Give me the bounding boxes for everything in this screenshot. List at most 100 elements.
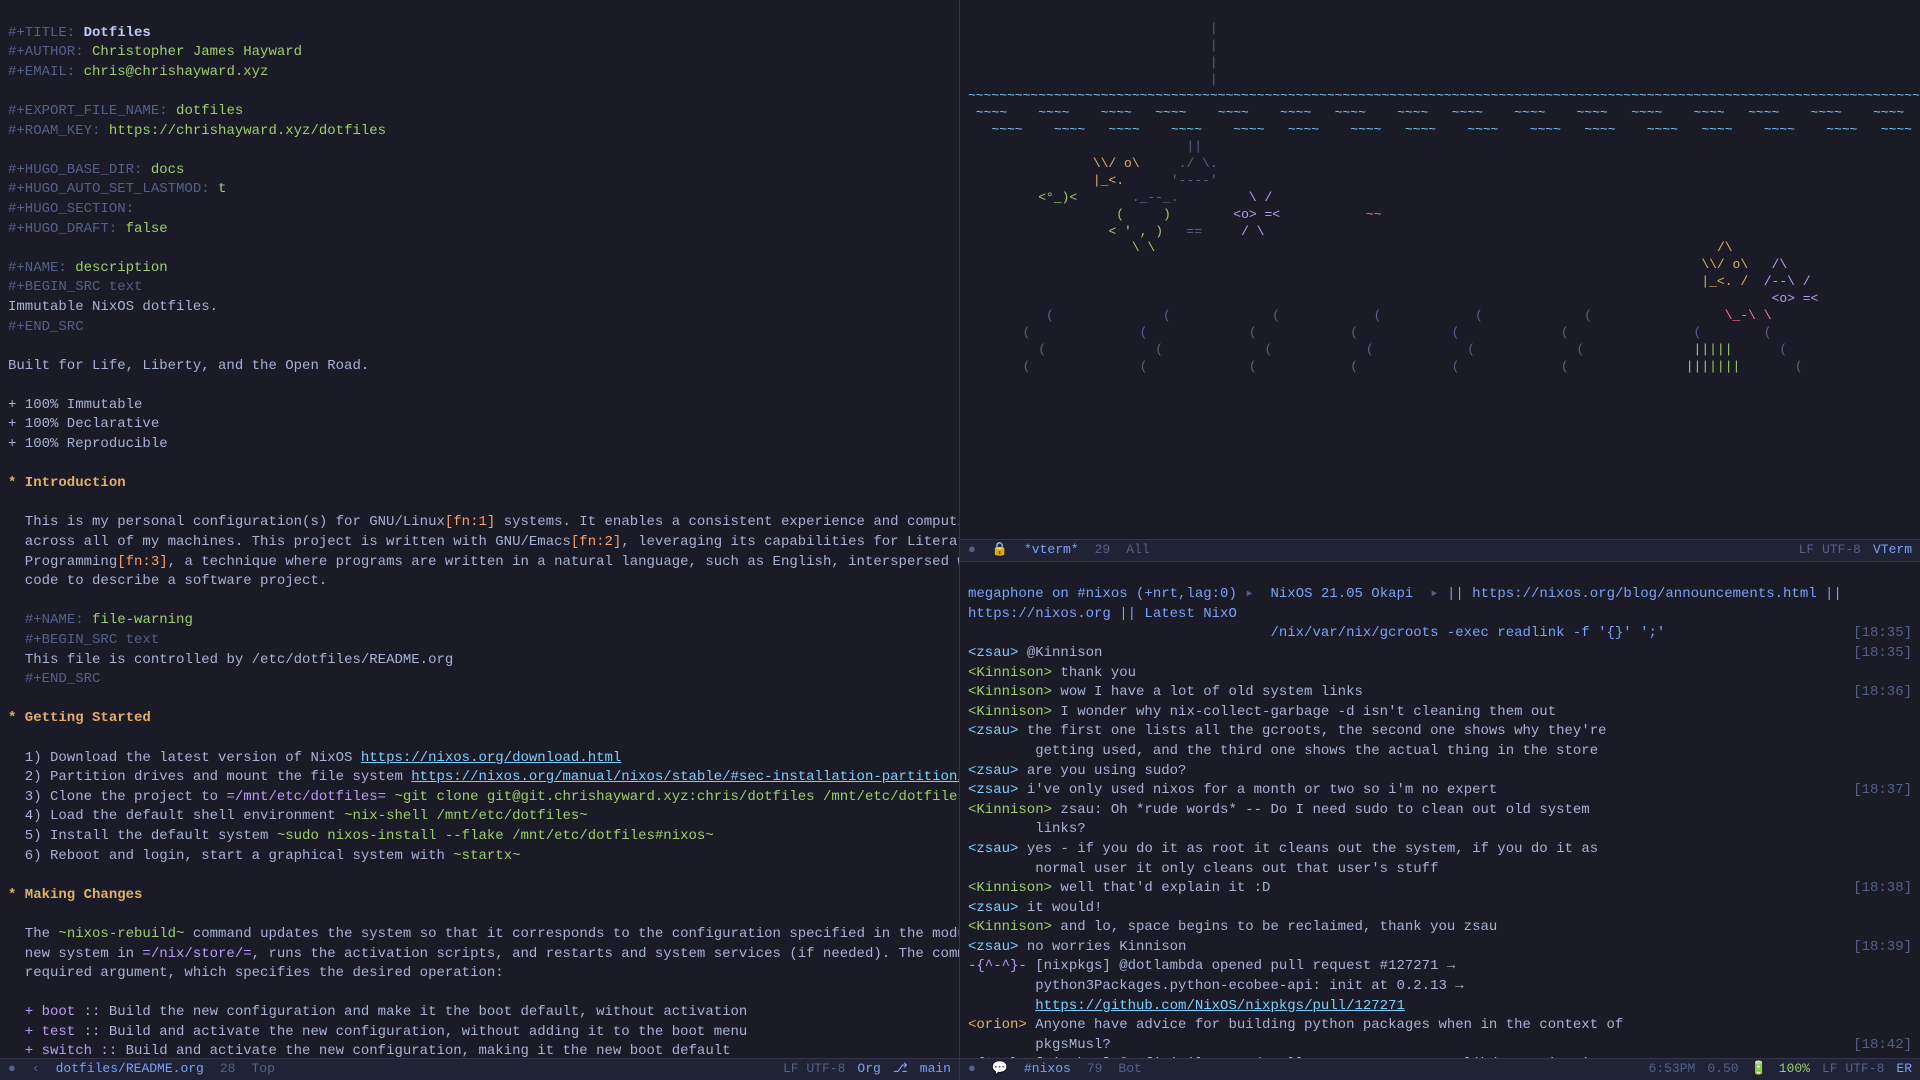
intro-l2b: , leveraging its capabilities for Litera…: [621, 534, 959, 550]
modified-icon: ●: [8, 1060, 16, 1078]
prop-title-val: Dotfiles: [84, 25, 151, 41]
msg-text: no worries Kinnison: [1018, 939, 1186, 955]
ml-batt: 100%: [1779, 1060, 1810, 1078]
prop-author-val: Christopher James Hayward: [92, 44, 302, 60]
nick: <Kinnison>: [968, 919, 1052, 935]
prop-hugo-lastmod-key: #+HUGO_AUTO_SET_LASTMOD:: [8, 181, 210, 197]
heading-making-changes[interactable]: * Making Changes: [8, 887, 142, 903]
ml-load: 0.50: [1707, 1060, 1738, 1078]
gs-4-cmd: ~nix-shell /mnt/etc/dotfiles~: [344, 808, 588, 824]
erc-buffer[interactable]: megaphone on #nixos (+nrt,lag:0) ▸ NixOS…: [960, 562, 1920, 1058]
vterm-buffer[interactable]: | | | | ~~~~~~~~~~~~~~~~~~~~~~~~~~~~~~~~…: [960, 0, 1920, 539]
mc-li-2-v: Build and activate the new configuration…: [117, 1043, 730, 1058]
erc-message: [18:35]<zsau> @Kinnison: [968, 644, 1912, 664]
nick: <Kinnison>: [968, 802, 1052, 818]
msg-url[interactable]: https://github.com/NixOS/nixpkgs/pull/12…: [1035, 998, 1405, 1014]
intro-l4: code to describe a software project.: [8, 573, 327, 589]
footnote-2[interactable]: [fn:2]: [571, 534, 621, 550]
gs-4: 4) Load the default shell environment: [8, 808, 344, 824]
timestamp: [18:36]: [1853, 683, 1912, 703]
erc-message: <Kinnison> and lo, space begins to be re…: [968, 918, 1912, 938]
erc-message: [18:37]<zsau> i've only used nixos for a…: [968, 781, 1912, 801]
msg-text: wow I have a lot of old system links: [1052, 684, 1363, 700]
gs-1: 1) Download the latest version of NixOS: [8, 750, 361, 766]
modeline-left[interactable]: ● ‹ dotfiles/README.org 28 Top LF UTF-8 …: [0, 1058, 959, 1080]
msg-text: the first one lists all the gcroots, the…: [1018, 723, 1606, 739]
nick: <Kinnison>: [968, 684, 1052, 700]
mc-l1b: command updates the system so that it co…: [184, 926, 959, 942]
prop-export-key: #+EXPORT_FILE_NAME:: [8, 103, 168, 119]
footnote-3[interactable]: [fn:3]: [117, 554, 167, 570]
msg-text: Anyone have advice for building python p…: [1027, 1017, 1624, 1033]
footnote-1[interactable]: [fn:1]: [445, 514, 495, 530]
mc-li-1-v: Build and activate the new configuration…: [100, 1024, 747, 1040]
ml-loc-erc: Bot: [1118, 1060, 1141, 1078]
mc-l1a: The: [8, 926, 58, 942]
state-icon-erc: ●: [968, 1060, 976, 1078]
intro-l1b: systems. It enables a consistent experie…: [495, 514, 959, 530]
prop-email-val: chris@chrishayward.xyz: [84, 64, 269, 80]
right-column: | | | | ~~~~~~~~~~~~~~~~~~~~~~~~~~~~~~~~…: [960, 0, 1920, 1080]
ml-pos: 28: [220, 1060, 236, 1078]
intro-l3b: , a technique where programs are written…: [168, 554, 959, 570]
ml-enc: LF UTF-8: [783, 1060, 845, 1078]
mc-l2a: new system in: [8, 946, 142, 962]
ml-loc: Top: [251, 1060, 274, 1078]
nick: <Kinnison>: [968, 880, 1052, 896]
modeline-vterm[interactable]: ● 🔒 *vterm* 29 All LF UTF-8 VTerm: [960, 539, 1920, 561]
gs-6-cmd: ~startx~: [453, 848, 520, 864]
timestamp: [18:37]: [1853, 781, 1912, 801]
gs-2-url[interactable]: https://nixos.org/manual/nixos/stable/#s…: [411, 769, 959, 785]
msg-text: pkgsMusl?: [968, 1037, 1111, 1053]
gs-5: 5) Install the default system: [8, 828, 277, 844]
ml-pos-erc: 79: [1087, 1060, 1103, 1078]
msg-text: [nixpkgs] @dotlambda opened pull request…: [1027, 958, 1455, 974]
nick: <orion>: [968, 1017, 1027, 1033]
gs-3-path: =/mnt/etc/dotfiles=: [226, 789, 386, 805]
org-buffer[interactable]: #+TITLE: Dotfiles #+AUTHOR: Christopher …: [0, 0, 959, 1058]
heading-getting-started[interactable]: * Getting Started: [8, 710, 151, 726]
timestamp: [18:35]: [1853, 644, 1912, 664]
msg-text: [968, 998, 1035, 1014]
prop-hugo-lastmod-val: t: [218, 181, 226, 197]
heading-introduction[interactable]: * Introduction: [8, 475, 126, 491]
erc-message: <zsau> the first one lists all the gcroo…: [968, 722, 1912, 742]
time-1835: [18:35]: [1853, 624, 1912, 644]
right-top-window-vterm[interactable]: | | | | ~~~~~~~~~~~~~~~~~~~~~~~~~~~~~~~~…: [960, 0, 1920, 562]
ml-buffer-erc: #nixos: [1024, 1060, 1071, 1078]
intro-l3a: Programming: [8, 554, 117, 570]
prop-export-val: dotfiles: [176, 103, 243, 119]
erc-message: [18:36] <Kinnison> wow I have a lot of ol…: [968, 683, 1912, 703]
state-icon: ●: [968, 541, 976, 559]
erc-message: [18:38]<Kinnison> well that'd explain it…: [968, 879, 1912, 899]
msg-text: links?: [968, 821, 1086, 837]
gs-1-url[interactable]: https://nixos.org/download.html: [361, 750, 621, 766]
nick: <zsau>: [968, 782, 1018, 798]
ml-major: Org: [857, 1060, 880, 1078]
ml-pos-vterm: 29: [1095, 541, 1111, 559]
prop-hugo-base-key: #+HUGO_BASE_DIR:: [8, 162, 142, 178]
timestamp: [18:38]: [1853, 879, 1912, 899]
ml-file: dotfiles/README.org: [56, 1060, 204, 1078]
name-desc-key: #+NAME:: [8, 260, 67, 276]
erc-message: <Kinnison> I wonder why nix-collect-garb…: [968, 703, 1912, 723]
right-bottom-window-erc[interactable]: megaphone on #nixos (+nrt,lag:0) ▸ NixOS…: [960, 562, 1920, 1080]
ml-enc-vterm: LF UTF-8: [1799, 541, 1861, 559]
warn-name-val: file-warning: [92, 612, 193, 628]
bullet-0: + 100% Immutable: [8, 397, 142, 413]
msg-text: yes - if you do it as root it cleans out…: [1018, 841, 1598, 857]
nick: <zsau>: [968, 841, 1018, 857]
msg-text: it would!: [1018, 900, 1102, 916]
prop-hugo-section-key: #+HUGO_SECTION:: [8, 201, 134, 217]
battery-icon: 🔋: [1751, 1060, 1767, 1078]
modeline-erc[interactable]: ● 💬 #nixos 79 Bot 6:53PM 0.50 🔋 100% LF …: [960, 1058, 1920, 1080]
msg-text: normal user it only cleans out that user…: [968, 861, 1438, 877]
prop-roam-val: https://chrishayward.xyz/dotfiles: [109, 123, 386, 139]
ml-branch: main: [920, 1060, 951, 1078]
timestamp: [18:39]: [1853, 938, 1912, 958]
left-window-org[interactable]: #+TITLE: Dotfiles #+AUTHOR: Christopher …: [0, 0, 960, 1080]
gs-3: 3) Clone the project to: [8, 789, 226, 805]
begin-src-text: #+BEGIN_SRC text: [8, 279, 142, 295]
prop-email-key: #+EMAIL:: [8, 64, 75, 80]
intro-l2a: across all of my machines. This project …: [8, 534, 571, 550]
